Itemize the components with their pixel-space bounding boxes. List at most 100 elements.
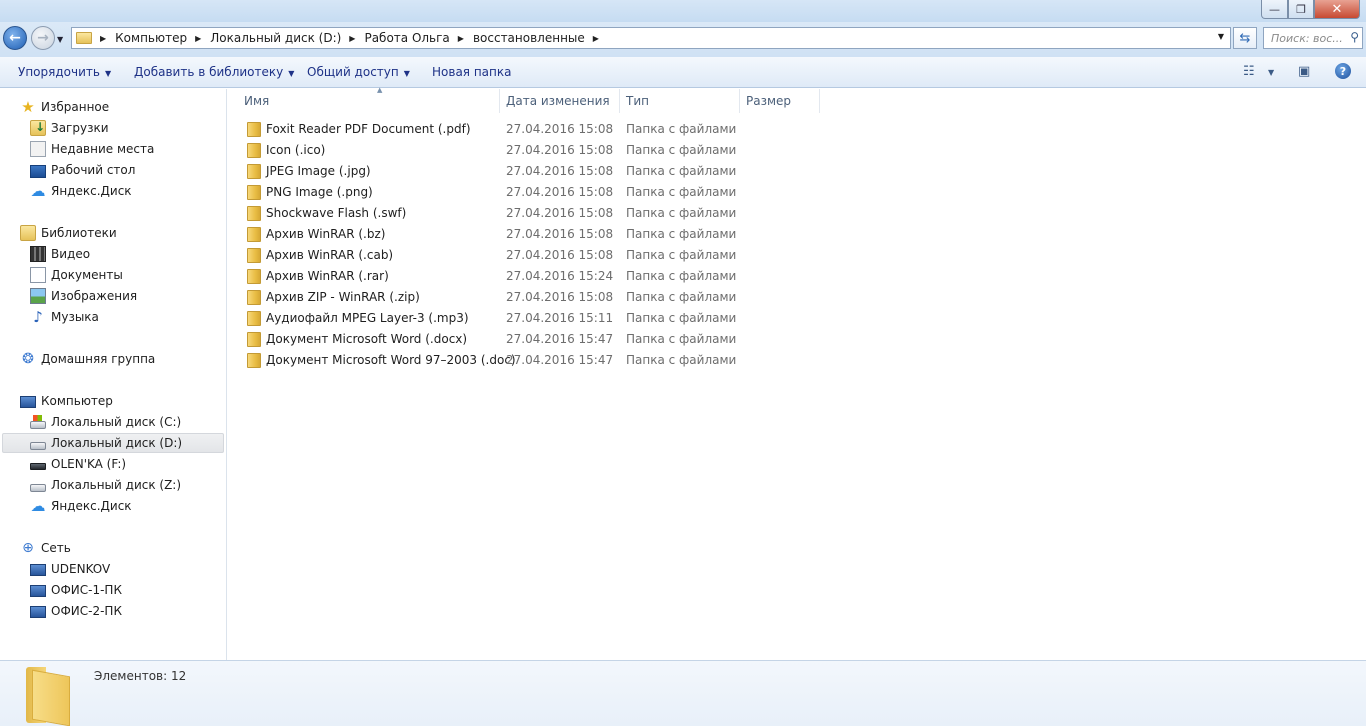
column-header-type[interactable]: Тип [620,89,740,113]
table-row[interactable]: Архив WinRAR (.rar) 27.04.2016 15:24 Папка… [242,266,1042,287]
folder-icon [247,122,261,137]
recent-pages-dropdown[interactable]: ▼ [57,35,63,44]
search-icon[interactable]: ⚲ [1350,30,1359,44]
music-icon: ♪ [33,308,43,326]
documents-icon [30,267,46,283]
nav-item-udenkov[interactable]: UDENKOV [30,559,110,579]
nav-item-documents[interactable]: Документы [30,265,123,285]
table-row[interactable]: Shockwave Flash (.swf) 27.04.2016 15:08 Па… [242,203,1042,224]
table-row[interactable]: Архив ZIP - WinRAR (.zip) 27.04.2016 15:0… [242,287,1042,308]
folder-icon [247,311,261,326]
nav-item-images[interactable]: Изображения [30,286,137,306]
nav-item-label: Рабочий стол [51,163,136,177]
refresh-button[interactable]: ⇆ [1233,27,1257,49]
address-dropdown-icon[interactable]: ▼ [1218,32,1224,41]
file-type: Папка с файлами [626,122,737,136]
chevron-right-icon[interactable]: ▶ [349,34,355,43]
breadcrumb-work-folder[interactable]: Работа Ольга [364,31,449,45]
nav-item-office-2[interactable]: ОФИС-2-ПК [30,601,122,621]
chevron-right-icon[interactable]: ▶ [100,34,106,43]
table-row[interactable]: Документ Microsoft Word (.docx) 27.04.201… [242,329,1042,350]
minimize-button[interactable]: — [1261,0,1288,19]
new-folder-button[interactable]: Новая папка [432,65,511,79]
file-date: 27.04.2016 15:47 [506,353,614,367]
table-row[interactable]: Foxit Reader PDF Document (.pdf) 27.04.20… [242,119,1042,140]
nav-item-label: Яндекс.Диск [51,184,132,198]
nav-item-drive-f[interactable]: OLEN'KA (F:) [30,454,126,474]
chevron-right-icon[interactable]: ▶ [593,34,599,43]
arrow-left-icon: ← [9,30,21,46]
nav-item-drive-c[interactable]: Локальный диск (C:) [30,412,181,432]
table-row[interactable]: Аудиофайл MPEG Layer-3 (.mp3) 27.04.2016 … [242,308,1042,329]
file-name: Архив WinRAR (.cab) [266,248,394,262]
folder-icon [247,227,261,242]
back-button[interactable]: ← [3,26,27,50]
nav-item-video[interactable]: Видео [30,244,90,264]
close-button[interactable]: ✕ [1314,0,1360,19]
nav-item-label: Видео [51,247,91,261]
file-name: Аудиофайл MPEG Layer-3 (.mp3) [266,311,469,325]
column-header-name[interactable]: ▲ Имя [238,86,500,113]
nav-item-recent-places[interactable]: Недавние места [30,139,154,159]
nav-computer[interactable]: Компьютер [20,391,113,411]
breadcrumb-drive-d[interactable]: Локальный диск (D:) [210,31,341,45]
nav-item-label: UDENKOV [51,562,111,576]
file-name: PNG Image (.png) [266,185,373,199]
breadcrumb-recovered[interactable]: восстановленные [473,31,585,45]
maximize-button[interactable]: ❐ [1288,0,1314,19]
nav-item-downloads[interactable]: Загрузки [30,118,109,138]
sort-ascending-icon: ▲ [377,86,383,94]
table-row[interactable]: Icon (.ico) 27.04.2016 15:08 Папка с файла… [242,140,1042,161]
nav-item-office-1[interactable]: ОФИС-1-ПК [30,580,122,600]
column-header-size[interactable]: Размер [740,89,820,113]
help-button[interactable]: ? [1335,63,1351,79]
nav-item-drive-d[interactable]: Локальный диск (D:) [2,433,224,453]
forward-button[interactable]: → [31,26,55,50]
view-dropdown-icon[interactable]: ▼ [1268,68,1274,77]
table-row[interactable]: PNG Image (.png) 27.04.2016 15:08 Папка с … [242,182,1042,203]
organize-button[interactable]: Упорядочить ▼ [18,65,111,79]
nav-item-drive-z[interactable]: Локальный диск (Z:) [30,475,181,495]
nav-libraries[interactable]: Библиотеки [20,223,117,243]
view-options-icon[interactable]: ☷ [1243,64,1255,79]
nav-item-yandex-disk-computer[interactable]: ☁ Яндекс.Диск [30,496,132,516]
table-row[interactable]: Архив WinRAR (.bz) 27.04.2016 15:08 Папка … [242,224,1042,245]
nav-item-label: Музыка [51,310,99,324]
nav-favorites[interactable]: ★ Избранное [20,97,109,117]
table-row[interactable]: JPEG Image (.jpg) 27.04.2016 15:08 Папка с… [242,161,1042,182]
nav-homegroup-label: Домашняя группа [41,352,156,366]
nav-homegroup[interactable]: ❂ Домашняя группа [20,349,155,369]
nav-item-yandex-disk[interactable]: ☁ Яндекс.Диск [30,181,132,201]
cloud-icon: ☁ [30,182,46,200]
folder-icon [247,185,261,200]
nav-network[interactable]: ⊕ Сеть [20,538,71,558]
chevron-down-icon: ▼ [104,69,112,78]
nav-item-label: Недавние места [51,142,155,156]
breadcrumb-computer[interactable]: Компьютер [115,31,187,45]
nav-network-label: Сеть [41,541,71,555]
nav-item-label: OLEN'KA (F:) [51,457,127,471]
file-name: Shockwave Flash (.swf) [266,206,407,220]
table-row[interactable]: Архив WinRAR (.cab) 27.04.2016 15:08 Папка… [242,245,1042,266]
preview-pane-icon[interactable]: ▣ [1298,64,1310,79]
share-button[interactable]: Общий доступ ▼ [307,65,410,79]
file-type: Папка с файлами [626,164,737,178]
nav-item-music[interactable]: ♪ Музыка [30,307,99,327]
file-name: Архив WinRAR (.rar) [266,269,389,283]
column-header-date[interactable]: Дата изменения [500,89,620,113]
folder-icon [247,290,261,305]
nav-item-desktop[interactable]: Рабочий стол [30,160,135,180]
table-row[interactable]: Документ Microsoft Word 97–2003 (.doc) 27… [242,350,1042,371]
chevron-right-icon[interactable]: ▶ [458,34,464,43]
organize-label: Упорядочить [18,65,100,79]
search-input[interactable]: Поиск: вос... ⚲ [1263,27,1363,49]
chevron-right-icon[interactable]: ▶ [195,34,201,43]
file-date: 27.04.2016 15:08 [506,122,614,136]
address-bar[interactable]: ▶ Компьютер ▶ Локальный диск (D:) ▶ Рабо… [71,27,1231,49]
file-name: Документ Microsoft Word (.docx) [266,332,468,346]
folder-icon [76,32,92,44]
network-computer-icon [30,605,46,618]
add-to-library-button[interactable]: Добавить в библиотеку ▼ [134,65,294,79]
system-drive-icon [30,414,46,429]
navigation-pane: ★ Избранное Загрузки Недавние места Рабоч… [0,89,227,660]
